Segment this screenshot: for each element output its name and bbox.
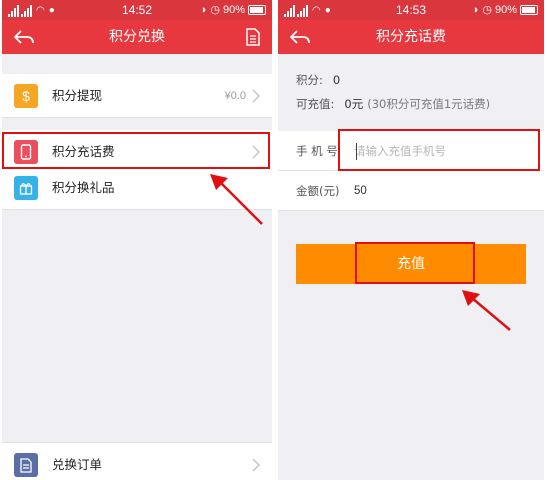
points-exchange-screen: ◠ ● 14:52 ◗ ◷ 90% 积分兑换 $ 积分提现 ¥0.0 积分充话费… bbox=[2, 0, 272, 480]
withdraw-balance: ¥0.0 bbox=[224, 90, 246, 102]
highlight-box bbox=[355, 242, 475, 284]
menu-item-label: 积分提现 bbox=[52, 88, 103, 103]
headphone-icon: ◗ bbox=[472, 4, 480, 16]
highlight-box bbox=[2, 132, 270, 169]
alarm-icon: ◷ bbox=[482, 4, 492, 16]
gift-icon bbox=[14, 176, 38, 200]
menu-item-orders[interactable]: 兑换订单 bbox=[2, 442, 272, 480]
document-icon[interactable] bbox=[246, 28, 260, 46]
points-summary: 积分: 0 可充值: 0元 (30积分可充值1元话费) bbox=[278, 54, 544, 132]
title-bar: 积分充话费 bbox=[278, 20, 544, 54]
status-bar: ◠ ● 14:52 ◗ ◷ 90% bbox=[2, 0, 272, 20]
pointer-arrow bbox=[462, 290, 511, 331]
battery-icon bbox=[520, 5, 538, 15]
highlight-box bbox=[338, 129, 540, 171]
chevron-right-icon bbox=[252, 89, 260, 103]
chat-icon: ● bbox=[324, 5, 331, 16]
pointer-arrow bbox=[210, 174, 263, 225]
battery-icon bbox=[248, 5, 266, 15]
chevron-right-icon bbox=[252, 458, 260, 472]
phone-label: 手 机 号 bbox=[296, 144, 338, 158]
wifi-icon: ◠ bbox=[36, 5, 45, 16]
amount-label: 金额(元) bbox=[296, 184, 340, 198]
rechargeable-value: 0元 bbox=[344, 97, 364, 111]
wifi-icon: ◠ bbox=[312, 5, 321, 16]
signal-icon bbox=[21, 5, 32, 17]
points-value: 0 bbox=[332, 73, 341, 87]
menu-item-withdraw[interactable]: $ 积分提现 ¥0.0 bbox=[2, 74, 272, 118]
battery-percent: 90% bbox=[494, 4, 517, 16]
status-time: 14:52 bbox=[121, 3, 153, 17]
amount-value[interactable]: 50 bbox=[354, 183, 367, 199]
menu-item-label: 积分换礼品 bbox=[52, 180, 115, 195]
rechargeable-label: 可充值: bbox=[296, 97, 335, 111]
headphone-icon: ◗ bbox=[200, 4, 208, 16]
alarm-icon: ◷ bbox=[210, 4, 220, 16]
points-label: 积分: bbox=[296, 73, 323, 87]
document-icon bbox=[14, 453, 38, 477]
page-title: 积分兑换 bbox=[109, 29, 165, 45]
signal-icon bbox=[8, 5, 19, 17]
exchange-rate-note: (30积分可充值1元话费) bbox=[367, 97, 491, 111]
title-bar: 积分兑换 bbox=[2, 20, 272, 54]
dollar-icon: $ bbox=[14, 84, 38, 108]
points-recharge-screen: ◠ ● 14:53 ◗ ◷ 90% 积分充话费 积分: 0 可充值: 0元 (30积分… bbox=[278, 0, 544, 480]
signal-indicators: ◠ ● bbox=[8, 3, 55, 17]
status-bar: ◠ ● 14:53 ◗ ◷ 90% bbox=[278, 0, 544, 20]
battery-percent: 90% bbox=[222, 4, 245, 16]
signal-icon bbox=[297, 5, 308, 17]
signal-icon bbox=[284, 5, 295, 17]
status-time: 14:53 bbox=[395, 3, 427, 17]
signal-indicators: ◠ ● bbox=[284, 3, 331, 17]
page-title: 积分充话费 bbox=[376, 29, 446, 45]
chat-icon: ● bbox=[48, 5, 55, 16]
menu-item-label: 兑换订单 bbox=[52, 457, 103, 472]
amount-row: 金额(元) 50 bbox=[278, 171, 544, 211]
